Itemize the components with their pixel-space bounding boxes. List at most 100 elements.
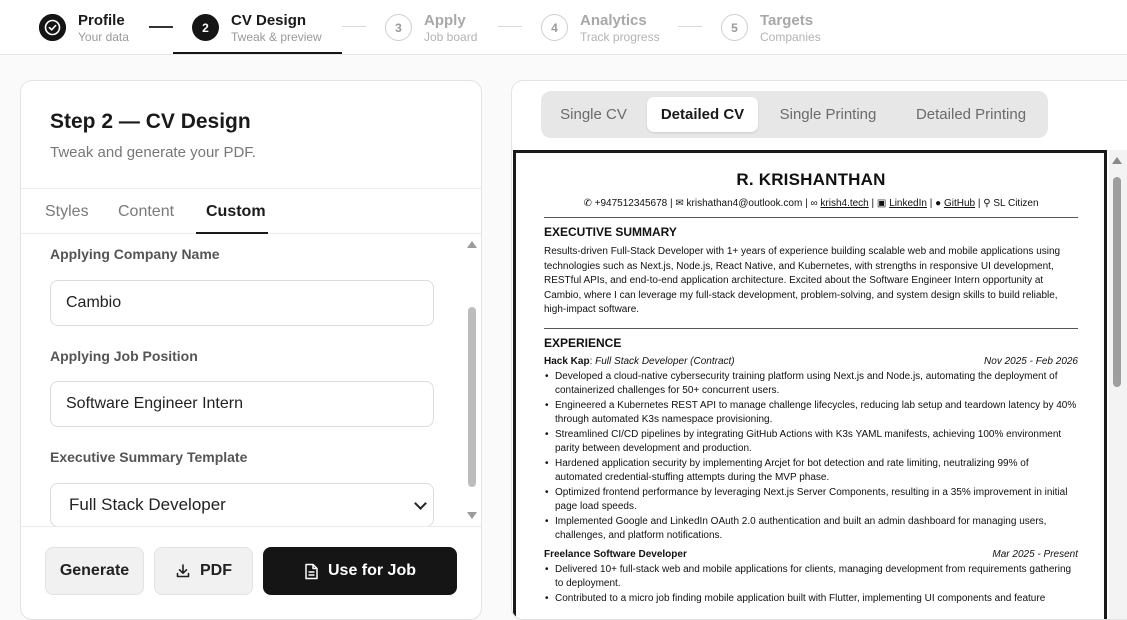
scroll-up-arrow-icon[interactable] [1112,157,1122,164]
linkedin-icon: ▣ [876,198,887,209]
step-subtitle: Track progress [580,29,660,44]
cv-name: R. KRISHANTHAN [736,170,886,189]
step-title: CV Design [231,11,307,29]
design-tabs: Styles Content Custom [21,188,481,234]
experience-heading: EXPERIENCE [544,335,622,350]
use-for-job-label: Use for Job [327,562,416,579]
phone-icon: ✆ [583,198,592,209]
tab-single-printing[interactable]: Single Printing [767,97,889,132]
preview-scrollbar-thumb[interactable] [1113,177,1121,387]
job-bullets: Delivered 10+ full-stack web and mobile … [544,563,1078,607]
mail-icon: ✉ [675,198,684,209]
panel-subtitle: Tweak and generate your PDF. [50,144,256,161]
list-item: Delivered 10+ full-stack web and mobile … [544,563,1078,592]
list-item: Streamlined CI/CD pipelines by integrati… [544,428,1078,457]
scroll-up-arrow-icon[interactable] [467,241,477,248]
step-connector [342,26,366,27]
list-item: Engineered a Kubernetes REST API to mana… [544,399,1078,428]
cv-linkedin-link[interactable]: LinkedIn [889,198,927,209]
cv-contact-line: ✆ +947512345678 | ✉ krishathan4@outlook.… [583,198,1039,209]
cv-document: R. KRISHANTHAN ✆ +947512345678 | ✉ krish… [544,170,1078,606]
tab-content[interactable]: Content [118,203,174,221]
preview-panel: Single CV Detailed CV Single Printing De… [511,80,1127,620]
action-bar: Generate PDF Use for Job [21,526,481,619]
step-subtitle: Companies [760,29,821,44]
selected-value: Full Stack Developer [69,495,226,514]
job-dates: Mar 2025 - Present [992,548,1078,560]
pdf-label: PDF [200,562,232,579]
cv-design-panel: Step 2 — CV Design Tweak and generate yo… [20,80,482,620]
custom-form: Applying Company Name Cambio Applying Jo… [21,236,481,526]
github-icon: ● [935,198,942,209]
cv-phone: +947512345678 [594,198,668,209]
list-item: Optimized frontend performance by levera… [544,486,1078,515]
pdf-download-button[interactable]: PDF [154,547,253,595]
active-step-indicator [173,52,342,54]
step-cv-design[interactable]: 2 CV Design Tweak & preview [192,0,322,55]
step-profile[interactable]: Profile Your data [39,0,129,55]
summary-text: Results-driven Full-Stack Developer with… [544,246,1061,315]
check-circle-icon [39,14,66,41]
step-number-badge: 4 [541,14,568,41]
job-header: Hack Kap: Full Stack Developer (Contract… [544,355,1078,367]
step-title: Analytics [580,11,647,29]
step-number-badge: 5 [721,14,748,41]
job-company: Hack Kap [544,355,590,367]
step-subtitle: Your data [78,29,129,44]
panel-title: Step 2 — CV Design [50,110,251,133]
job-dates: Nov 2025 - Feb 2026 [984,355,1078,367]
step-title: Targets [760,11,814,29]
generate-label: Generate [59,562,130,579]
summary-template-select[interactable]: Full Stack Developer [50,483,434,526]
list-item: Hardened application security by impleme… [544,457,1078,486]
use-for-job-button[interactable]: Use for Job [263,547,457,595]
step-targets[interactable]: 5 Targets Companies [721,0,821,55]
company-input[interactable]: Cambio [50,280,434,326]
cv-preview-frame: R. KRISHANTHAN ✆ +947512345678 | ✉ krish… [513,150,1107,619]
list-item: Implemented Google and LinkedIn OAuth 2.… [544,515,1078,544]
document-icon [305,563,318,579]
cv-website-link[interactable]: krish4.tech [820,198,868,209]
list-item: Contributed to a micro job finding mobil… [544,592,1078,607]
link-icon: ∞ [810,198,818,209]
step-title: Profile [78,11,125,29]
step-number-badge: 2 [192,14,219,41]
step-subtitle: Job board [424,29,478,44]
step-connector [149,26,173,28]
step-subtitle: Tweak & preview [231,29,322,44]
location-pin-icon: ⚲ [983,198,991,209]
tab-single-cv[interactable]: Single CV [549,97,638,132]
cv-email: krishathan4@outlook.com [686,198,803,209]
list-item: Developed a cloud-native cybersecurity t… [544,370,1078,399]
download-icon [176,564,190,578]
generate-button[interactable]: Generate [45,547,144,595]
wizard-stepper: Profile Your data 2 CV Design Tweak & pr… [0,0,1127,55]
step-title: Apply [424,11,466,29]
summary-template-label: Executive Summary Template [50,449,248,465]
job-company: Freelance Software Developer [544,548,687,560]
scroll-down-arrow-icon[interactable] [467,512,477,519]
step-number-badge: 3 [385,14,412,41]
step-analytics[interactable]: 4 Analytics Track progress [541,0,660,55]
chevron-down-icon [414,497,427,510]
tab-detailed-printing[interactable]: Detailed Printing [901,97,1041,132]
company-label: Applying Company Name [50,246,220,262]
step-apply[interactable]: 3 Apply Job board [385,0,477,55]
tab-detailed-cv[interactable]: Detailed CV [647,97,758,132]
tab-styles[interactable]: Styles [45,203,89,221]
tab-custom[interactable]: Custom [206,203,266,221]
job-header: Freelance Software Developer Mar 2025 - … [544,549,1078,560]
cv-github-link[interactable]: GitHub [944,198,975,209]
job-role: Full Stack Developer (Contract) [595,355,735,367]
preview-mode-tabs: Single CV Detailed CV Single Printing De… [541,91,1048,138]
step-connector [498,26,522,27]
divider [544,217,1078,218]
divider [544,327,1078,329]
job-bullets: Developed a cloud-native cybersecurity t… [544,370,1078,544]
step-connector [678,26,702,27]
summary-heading: EXECUTIVE SUMMARY [544,225,677,239]
active-tab-indicator [196,232,268,234]
form-scrollbar-thumb[interactable] [468,307,476,487]
position-input[interactable]: Software Engineer Intern [50,381,434,427]
position-label: Applying Job Position [50,348,198,364]
